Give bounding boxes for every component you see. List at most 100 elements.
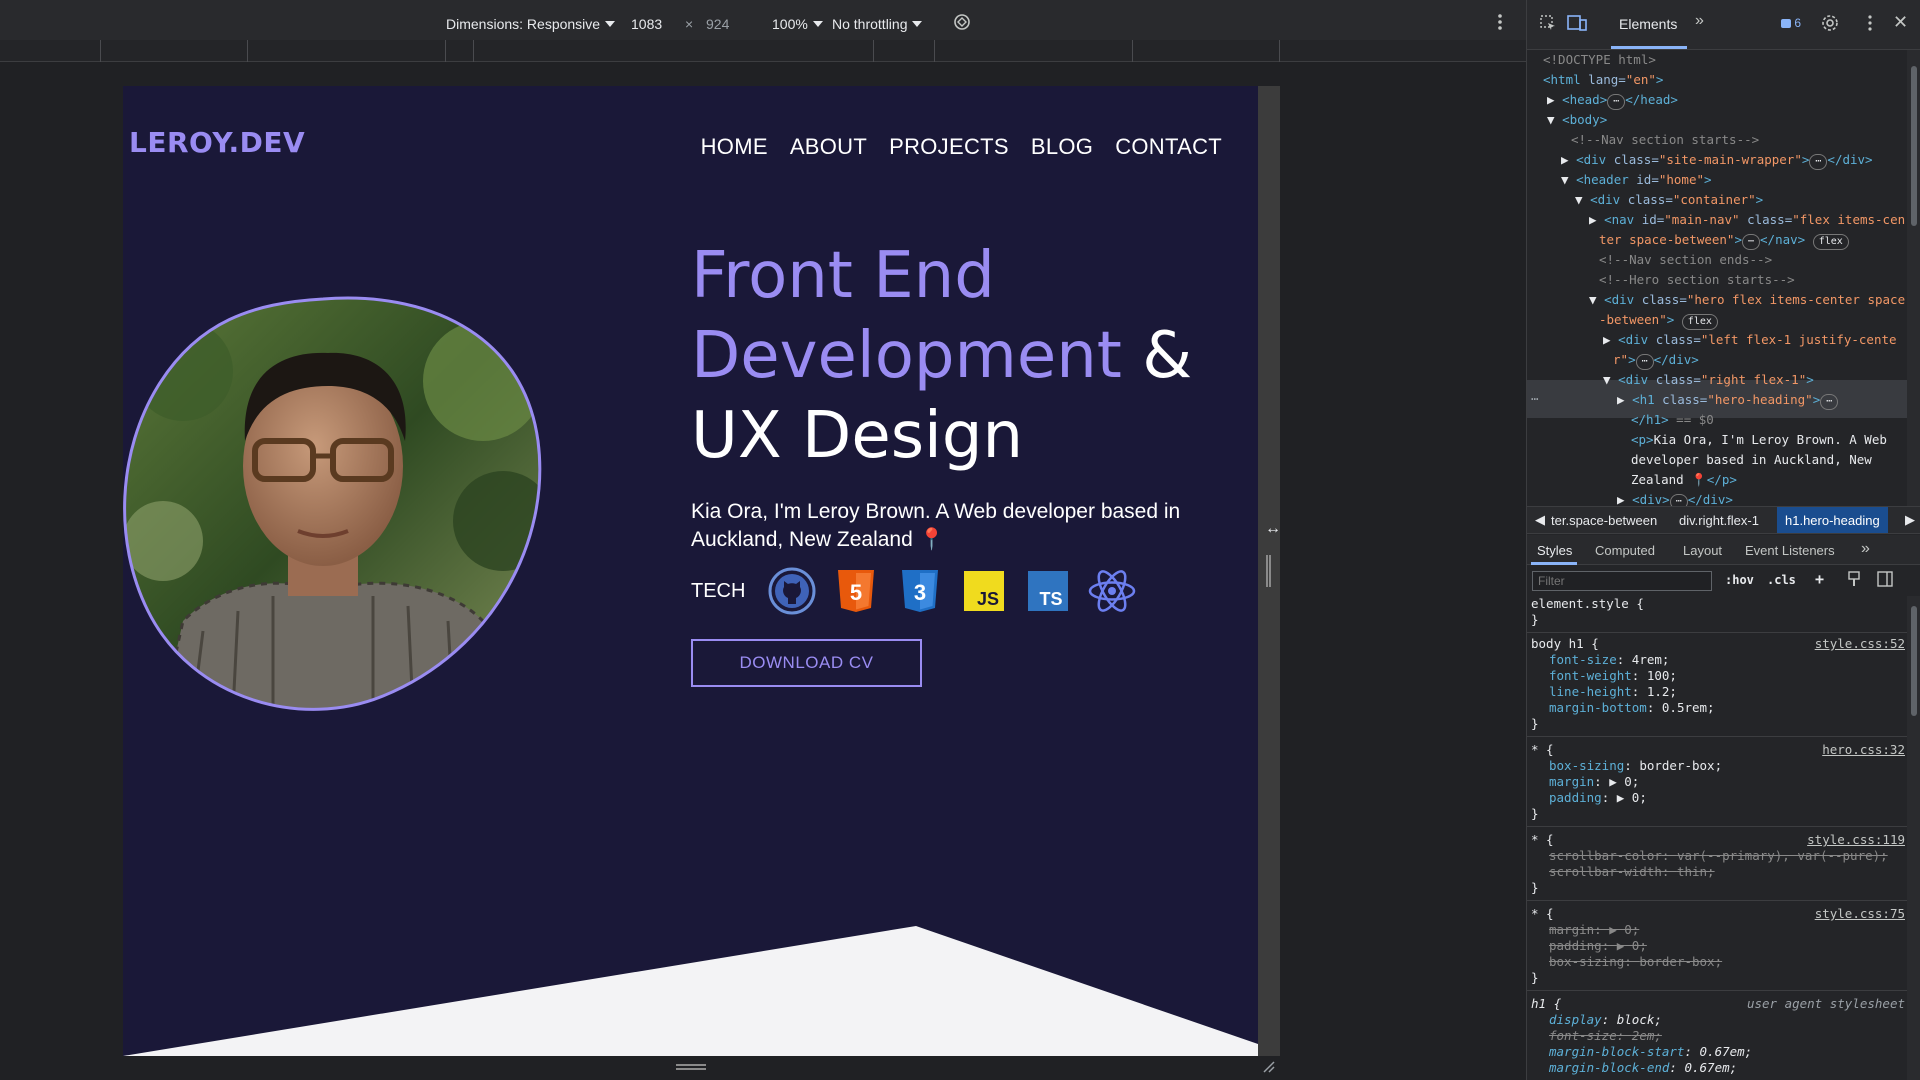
css3-icon[interactable]: 3 (895, 566, 945, 616)
ellipsis-badge[interactable]: ⋯ (1809, 154, 1828, 170)
css-declaration[interactable]: margin-bottom: 0.5rem; (1549, 700, 1715, 716)
issues-badge[interactable]: 6 (1781, 16, 1801, 30)
scrollbar-thumb[interactable] (1911, 606, 1917, 716)
css-declaration-overridden[interactable]: scrollbar-width: thin; (1549, 864, 1715, 880)
rule-selector[interactable]: * { (1531, 832, 1554, 848)
kebab-menu-icon[interactable] (1867, 14, 1873, 37)
nav-contact[interactable]: CONTACT (1115, 134, 1222, 160)
ellipsis-badge[interactable]: ⋯ (1669, 494, 1688, 506)
dom-node[interactable]: <!DOCTYPE html> (1543, 50, 1656, 70)
throttling-dropdown[interactable]: No throttling (832, 16, 923, 32)
dom-node[interactable]: <!--Hero section starts--> (1599, 270, 1795, 290)
dom-node[interactable]: <html lang="en"> (1543, 70, 1663, 90)
html5-icon[interactable]: 5 (831, 566, 881, 616)
styles-scrollbar[interactable] (1907, 596, 1920, 1080)
ellipsis-badge[interactable]: ⋯ (1607, 94, 1626, 110)
tab-styles[interactable]: Styles (1537, 543, 1572, 558)
cls-toggle[interactable]: .cls (1767, 573, 1796, 587)
styles-rules[interactable]: element.style { } body h1 { style.css:52… (1527, 596, 1920, 1080)
inspect-element-icon[interactable] (1539, 14, 1557, 37)
nav-projects[interactable]: PROJECTS (889, 134, 1009, 160)
rule-selector[interactable]: h1 { (1531, 996, 1561, 1012)
react-icon[interactable] (1087, 566, 1137, 616)
github-icon[interactable] (767, 566, 817, 616)
rule-selector[interactable]: * { (1531, 906, 1554, 922)
more-tabs-icon[interactable]: » (1861, 540, 1870, 558)
resize-handle-right[interactable] (1266, 555, 1271, 587)
expand-arrow-icon[interactable]: ▶ (1617, 392, 1632, 407)
rule-selector[interactable]: body h1 { (1531, 636, 1599, 652)
dom-node[interactable]: ▶ <div class="site-main-wrapper"> ⋯ </div> (1561, 150, 1873, 170)
dom-node[interactable]: ▶ <nav id="main-nav" class="flex items-c… (1589, 210, 1905, 230)
tab-elements[interactable]: Elements (1619, 16, 1677, 32)
kebab-menu-icon[interactable] (1497, 12, 1503, 35)
css-declaration[interactable]: font-weight: 100; (1549, 668, 1677, 684)
collapse-arrow-icon[interactable]: ▼ (1589, 292, 1604, 307)
expand-arrow-icon[interactable]: ▶ (1603, 332, 1618, 347)
ellipsis-badge[interactable]: ⋯ (1742, 234, 1761, 250)
css-declaration[interactable]: display: block; (1549, 1012, 1662, 1028)
rule-source-link[interactable]: style.css:119 (1807, 832, 1905, 848)
rotate-icon[interactable] (952, 12, 972, 35)
nav-blog[interactable]: BLOG (1031, 134, 1093, 160)
tab-computed[interactable]: Computed (1595, 543, 1655, 558)
css-declaration[interactable]: margin: ▶ 0; (1549, 774, 1639, 790)
zoom-dropdown[interactable]: 100% (772, 16, 823, 32)
media-query-ruler[interactable] (0, 40, 1526, 62)
dom-node-selected[interactable]: ▶ <h1 class="hero-heading"> ⋯ (1617, 390, 1839, 410)
chevron-right-icon[interactable]: ▶ (1905, 512, 1915, 528)
nav-about[interactable]: ABOUT (790, 134, 867, 160)
dom-node[interactable]: ▼ <div class="hero flex items-center spa… (1589, 290, 1905, 310)
rule-selector[interactable]: * { (1531, 742, 1554, 758)
rule-selector[interactable]: element.style { (1531, 596, 1644, 612)
rule-source-link[interactable]: style.css:52 (1815, 636, 1905, 652)
more-tabs-icon[interactable]: » (1695, 12, 1704, 30)
dom-node[interactable]: <!--Nav section ends--> (1599, 250, 1772, 270)
dom-node[interactable]: ▼ <body> (1547, 110, 1607, 130)
tab-event-listeners[interactable]: Event Listeners (1745, 543, 1835, 558)
rule-source-link[interactable]: style.css:75 (1815, 906, 1905, 922)
expand-arrow-icon[interactable]: ▶ (1561, 152, 1576, 167)
flex-badge[interactable]: flex (1812, 234, 1849, 250)
hov-toggle[interactable]: :hov (1725, 573, 1754, 587)
dom-node[interactable]: ▼ <div class="right flex-1"> (1603, 370, 1814, 390)
ellipsis-badge[interactable]: ⋯ (1820, 394, 1839, 410)
css-declaration-overridden[interactable]: margin: ▶ 0; (1549, 922, 1639, 938)
site-logo[interactable]: LEROY.DEV (129, 126, 305, 159)
settings-gear-icon[interactable] (1821, 14, 1839, 37)
rule-source-link[interactable]: hero.css:32 (1822, 742, 1905, 758)
dimensions-dropdown[interactable]: Dimensions: Responsive (446, 16, 616, 32)
paint-brush-icon[interactable] (1847, 571, 1861, 590)
breadcrumb-item[interactable]: ter.space-between (1551, 513, 1657, 528)
dom-node[interactable]: <!--Nav section starts--> (1571, 130, 1759, 150)
scrollbar-thumb[interactable] (1911, 66, 1917, 226)
download-cv-button[interactable]: DOWNLOAD CV (691, 639, 922, 687)
collapse-arrow-icon[interactable]: ▼ (1603, 372, 1618, 387)
resize-handle-bottom[interactable] (676, 1064, 706, 1070)
css-declaration[interactable]: padding: ▶ 0; (1549, 790, 1647, 806)
dom-node[interactable]: ▶ <head> ⋯ </head> (1547, 90, 1678, 110)
dom-node[interactable]: ▼ <header id="home"> (1561, 170, 1712, 190)
height-input[interactable]: 924 (706, 16, 729, 32)
css-declaration-overridden[interactable]: box-sizing: border-box; (1549, 954, 1722, 970)
chevron-left-icon[interactable]: ◀ (1535, 512, 1545, 528)
dom-tree[interactable]: <!DOCTYPE html> <html lang="en"> ▶ <head… (1527, 50, 1920, 506)
dom-node[interactable]: ▶ <div class="left flex-1 justify-cente (1603, 330, 1897, 350)
resize-horizontal-icon[interactable]: ↔ (1265, 520, 1281, 538)
css-declaration[interactable]: font-size: 4rem; (1549, 652, 1669, 668)
css-declaration[interactable]: box-sizing: border-box; (1549, 758, 1722, 774)
css-declaration-overridden[interactable]: padding: ▶ 0; (1549, 938, 1647, 954)
collapse-arrow-icon[interactable]: ▼ (1547, 112, 1562, 127)
dom-node[interactable]: ▼ <div class="container"> (1575, 190, 1763, 210)
css-declaration-overridden[interactable]: font-size: 2em; (1549, 1028, 1662, 1044)
dom-node[interactable]: ▶ <div> ⋯ </div> (1617, 490, 1733, 506)
expand-arrow-icon[interactable]: ▶ (1617, 492, 1632, 506)
styles-filter-input[interactable] (1532, 571, 1712, 591)
add-rule-button[interactable]: + (1815, 570, 1824, 588)
dom-node[interactable]: <p>Kia Ora, I'm Leroy Brown. A Web (1631, 430, 1887, 450)
expand-arrow-icon[interactable]: ▶ (1589, 212, 1604, 227)
resize-corner-icon[interactable] (1262, 1060, 1276, 1074)
tab-layout[interactable]: Layout (1683, 543, 1722, 558)
css-declaration[interactable]: margin-block-end: 0.67em; (1549, 1060, 1737, 1076)
sidebar-toggle-icon[interactable] (1877, 571, 1893, 590)
